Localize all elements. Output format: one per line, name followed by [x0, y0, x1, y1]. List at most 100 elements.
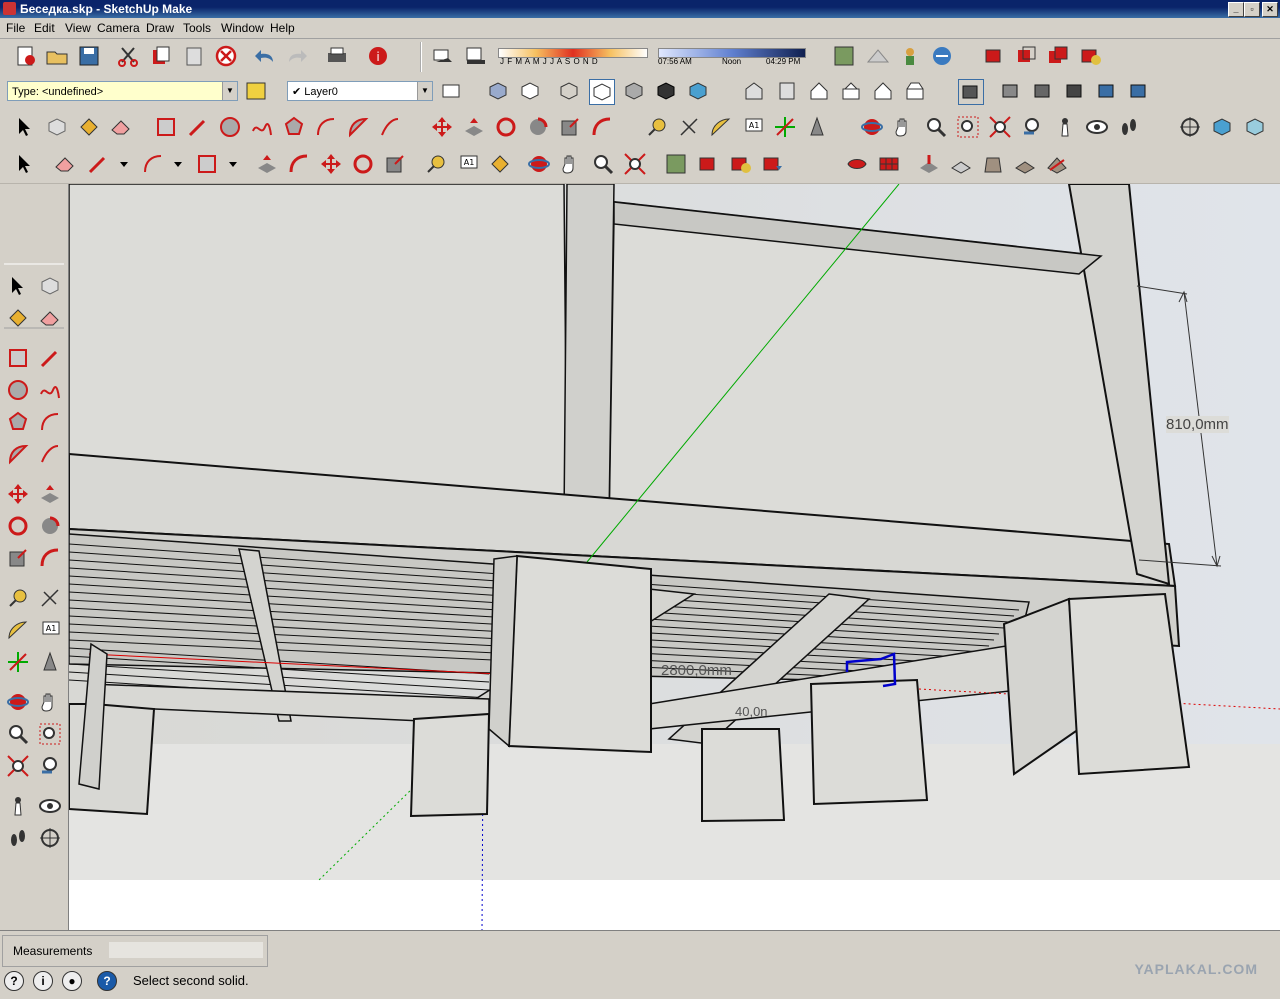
- dynamic-components-icon[interactable]: [245, 79, 269, 103]
- close-button[interactable]: ✕: [1262, 2, 1278, 17]
- pan-hand-icon[interactable]: [559, 152, 583, 176]
- line-pencil-icon[interactable]: [186, 115, 210, 139]
- back-view-icon[interactable]: [871, 79, 895, 103]
- layers-icon[interactable]: [958, 79, 984, 105]
- add-location-icon[interactable]: [832, 44, 856, 68]
- paint-bucket-icon[interactable]: [77, 115, 101, 139]
- user-icon[interactable]: ●: [62, 971, 82, 991]
- get-models-icon[interactable]: [898, 44, 922, 68]
- new-file-icon[interactable]: [14, 44, 38, 68]
- iso-view-icon[interactable]: [742, 79, 766, 103]
- menu-camera[interactable]: Camera: [97, 21, 140, 35]
- eraser-icon[interactable]: [109, 115, 133, 139]
- two-point-arc-icon[interactable]: [378, 115, 402, 139]
- previous-view-icon[interactable]: [38, 754, 62, 778]
- menu-help[interactable]: Help: [270, 21, 295, 35]
- sandbox-from-contours-icon[interactable]: [845, 152, 869, 176]
- eraser-icon[interactable]: [38, 306, 62, 330]
- rotate-icon[interactable]: [494, 115, 518, 139]
- scale-icon[interactable]: [383, 152, 407, 176]
- warehouse-icon[interactable]: [696, 152, 720, 176]
- minimize-button[interactable]: _: [1228, 2, 1244, 17]
- monochrome-icon[interactable]: [686, 79, 710, 103]
- scale-icon[interactable]: [558, 115, 582, 139]
- shaded-textures-icon[interactable]: [654, 79, 678, 103]
- push-pull-icon[interactable]: [462, 115, 486, 139]
- add-location-icon[interactable]: [664, 152, 688, 176]
- push-pull-icon[interactable]: [38, 482, 62, 506]
- top-view-icon[interactable]: [775, 79, 799, 103]
- offset-icon[interactable]: [590, 115, 614, 139]
- smoove-icon[interactable]: [917, 152, 941, 176]
- position-camera-icon[interactable]: [6, 794, 30, 818]
- erase-cancel-icon[interactable]: [214, 44, 238, 68]
- intersect-icon[interactable]: [1014, 44, 1038, 68]
- two-point-arc-icon[interactable]: [38, 442, 62, 466]
- protractor-icon[interactable]: [709, 115, 733, 139]
- display-section-cuts-icon[interactable]: [1243, 115, 1267, 139]
- model-info-icon[interactable]: i: [366, 44, 390, 68]
- menu-draw[interactable]: Draw: [146, 21, 174, 35]
- pan-hand-icon[interactable]: [38, 690, 62, 714]
- print-icon[interactable]: [325, 44, 349, 68]
- sandbox-from-scratch-icon[interactable]: [877, 152, 901, 176]
- select-arrow-icon[interactable]: [6, 274, 30, 298]
- scale-icon[interactable]: [6, 546, 30, 570]
- section-plane-tool-icon[interactable]: [1178, 115, 1202, 139]
- move-icon[interactable]: [319, 152, 343, 176]
- union-icon[interactable]: [1046, 44, 1070, 68]
- stamp-icon[interactable]: [949, 152, 973, 176]
- menu-window[interactable]: Window: [221, 21, 264, 35]
- text-icon[interactable]: A1: [38, 618, 62, 642]
- axes-icon[interactable]: [6, 650, 30, 674]
- chevron-down-icon[interactable]: [112, 152, 128, 176]
- arc-icon[interactable]: [141, 152, 165, 176]
- help-icon[interactable]: ?: [97, 971, 117, 991]
- extension-warehouse-icon[interactable]: [760, 152, 784, 176]
- paint-bucket-icon[interactable]: [488, 152, 512, 176]
- copy-icon[interactable]: [149, 44, 173, 68]
- dimension-label-vertical[interactable]: 810,0mm: [1166, 416, 1229, 433]
- follow-me-icon[interactable]: [526, 115, 550, 139]
- open-folder-icon[interactable]: [45, 44, 69, 68]
- component-options-icon[interactable]: [1095, 79, 1119, 103]
- xray-icon[interactable]: [486, 79, 510, 103]
- walk-icon[interactable]: [1117, 115, 1141, 139]
- polygon-icon[interactable]: [6, 410, 30, 434]
- share-model-icon[interactable]: [930, 44, 954, 68]
- axes-icon[interactable]: [773, 115, 797, 139]
- rectangle-icon[interactable]: [195, 152, 219, 176]
- save-icon[interactable]: [77, 44, 101, 68]
- look-around-icon[interactable]: [1085, 115, 1109, 139]
- tape-measure-icon[interactable]: [6, 586, 30, 610]
- move-icon[interactable]: [430, 115, 454, 139]
- 3d-text-icon[interactable]: [805, 115, 829, 139]
- section-cut-icon[interactable]: [1031, 79, 1055, 103]
- zoom-icon[interactable]: [6, 722, 30, 746]
- select-arrow-icon[interactable]: [13, 115, 37, 139]
- line-pencil-icon[interactable]: [86, 152, 110, 176]
- follow-me-icon[interactable]: [38, 514, 62, 538]
- share-component-icon[interactable]: [728, 152, 752, 176]
- look-around-icon[interactable]: [38, 794, 62, 818]
- circle-icon[interactable]: [218, 115, 242, 139]
- offset-icon[interactable]: [287, 152, 311, 176]
- credits-icon[interactable]: i: [33, 971, 53, 991]
- left-view-icon[interactable]: [903, 79, 927, 103]
- dimension-label-small[interactable]: 40,0n: [735, 704, 768, 719]
- flip-edge-icon[interactable]: [1045, 152, 1069, 176]
- pie-icon[interactable]: [6, 442, 30, 466]
- layer-manager-icon[interactable]: [439, 79, 463, 103]
- freehand-icon[interactable]: [38, 378, 62, 402]
- rectangle-icon[interactable]: [154, 115, 178, 139]
- maximize-button[interactable]: ▫: [1244, 2, 1260, 17]
- orbit-icon[interactable]: [6, 690, 30, 714]
- display-section-planes-icon[interactable]: [1210, 115, 1234, 139]
- undo-icon[interactable]: [253, 44, 277, 68]
- shadows-toggle-icon[interactable]: [430, 44, 454, 68]
- move-icon[interactable]: [6, 482, 30, 506]
- hidden-line-icon[interactable]: [589, 79, 615, 105]
- drape-icon[interactable]: [981, 152, 1005, 176]
- dimension-label-length[interactable]: 2800,0mm: [661, 662, 732, 679]
- back-edges-icon[interactable]: [518, 79, 542, 103]
